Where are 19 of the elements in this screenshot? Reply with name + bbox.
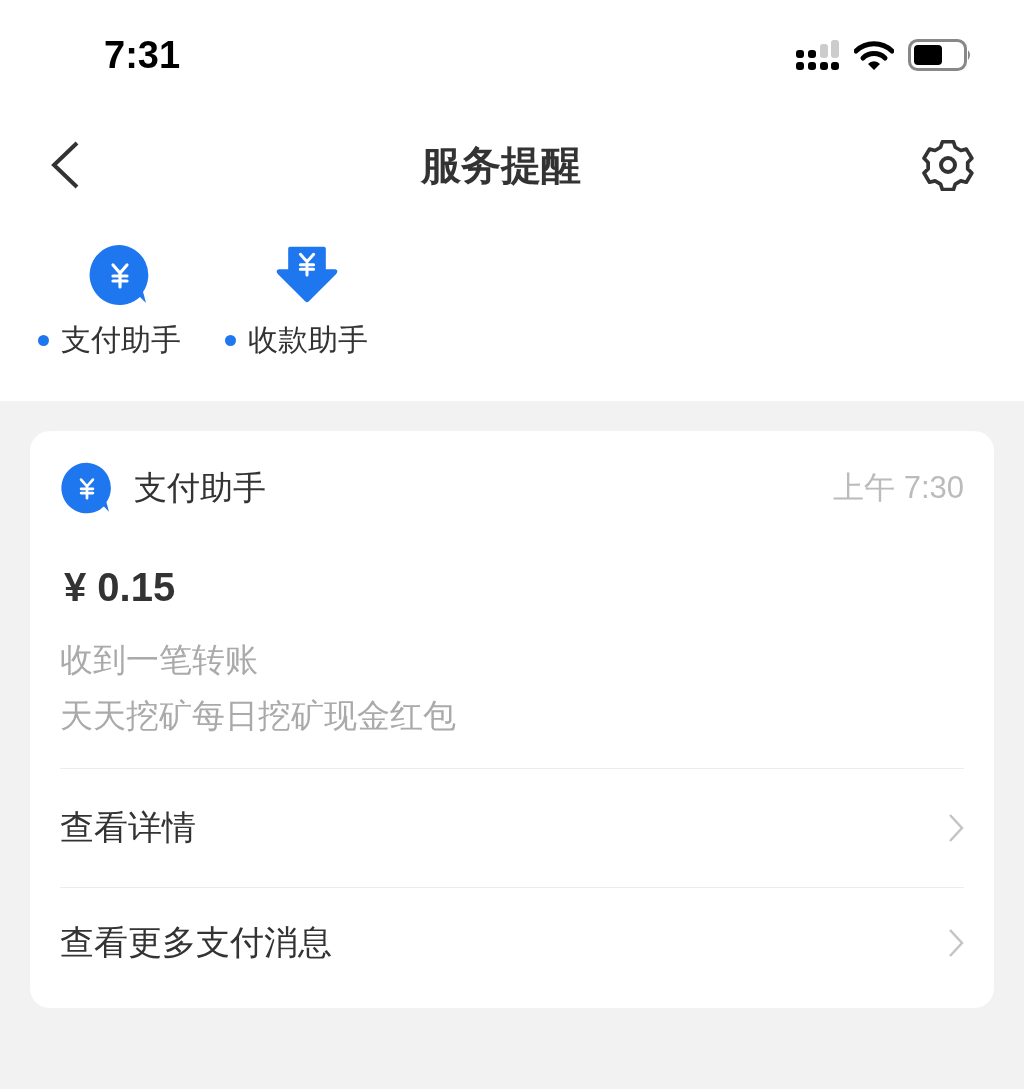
page-title: 服务提醒 [421, 140, 581, 190]
link-row-label[interactable]: 查看更多支付消息 [60, 920, 332, 966]
assistant-label[interactable]: 支付助手 [61, 320, 181, 361]
signal-icon [796, 40, 840, 70]
assistant-label[interactable]: 收款助手 [248, 320, 368, 361]
sender-name: 支付助手 [134, 466, 266, 509]
wifi-icon [854, 40, 894, 70]
link-row-label[interactable]: 查看详情 [60, 805, 196, 851]
chevron-icon [948, 928, 964, 958]
battery-icon [908, 39, 972, 71]
chevron-icon [948, 813, 964, 843]
status-time: 7:31 [104, 33, 181, 77]
yen-bubble-icon [60, 461, 114, 515]
message-text: 收到一笔转账 [60, 639, 259, 681]
settings-icon[interactable] [922, 139, 974, 191]
message-time: 上午 7:30 [833, 469, 964, 507]
back-icon[interactable] [50, 140, 80, 190]
amount: ¥ 0.15 [64, 565, 177, 610]
message-text: 天天挖矿每日挖矿现金红包 [60, 695, 457, 737]
